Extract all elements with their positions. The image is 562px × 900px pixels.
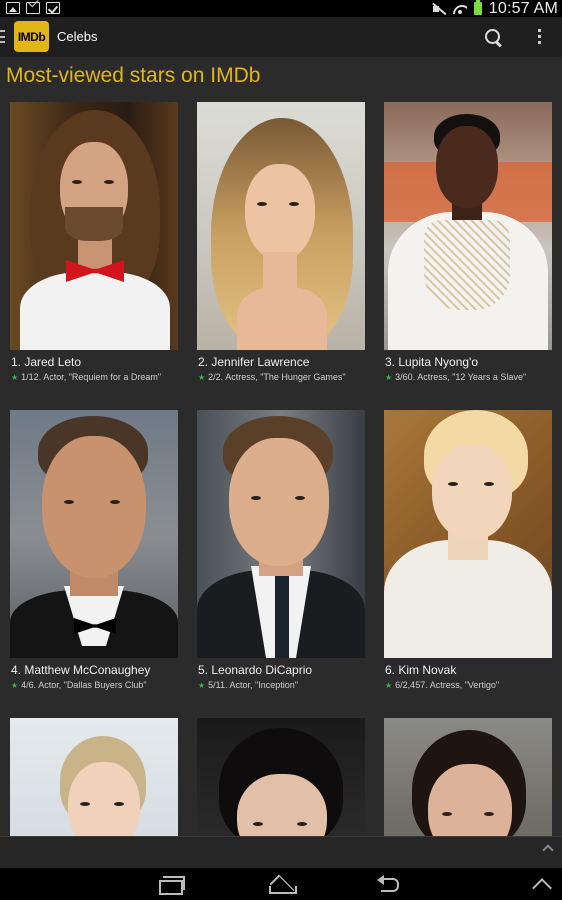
star-photo[interactable] [197,718,365,836]
star-icon: ★ [385,372,393,382]
overflow-menu-icon[interactable] [532,27,546,49]
star-detail-text: 3/60. Actress, "12 Years a Slave" [395,372,527,382]
star-detail-text: 6/2,457. Actress, "Vertigo" [395,680,500,690]
home-icon[interactable] [266,876,297,894]
star-icon: ★ [385,680,393,690]
star-photo[interactable] [10,718,178,836]
system-nav-bar [0,868,562,900]
mail-icon [26,2,40,14]
star-photo[interactable] [197,410,365,658]
recent-apps-icon[interactable] [159,876,185,895]
wifi-icon [453,3,467,15]
star-name[interactable]: 5. Leonardo DiCaprio [198,663,312,677]
star-photo[interactable] [384,718,552,836]
star-detail: ★ 2/2. Actress, "The Hunger Games" [198,372,346,382]
star-icon: ★ [11,372,19,382]
star-detail: ★ 5/11. Actor, "Inception" [198,680,298,690]
star-detail-text: 4/6. Actor, "Dallas Buyers Club" [21,680,147,690]
bottom-bar [0,836,562,868]
search-icon[interactable] [482,27,504,49]
star-detail-text: 5/11. Actor, "Inception" [208,680,298,690]
page-title: Celebs [57,29,98,44]
star-name[interactable]: 3. Lupita Nyong'o [385,355,478,369]
clipboard-check-icon [46,2,60,14]
star-photo[interactable] [384,102,552,350]
star-detail: ★ 4/6. Actor, "Dallas Buyers Club" [11,680,147,690]
star-icon: ★ [198,372,206,382]
star-detail: ★ 1/12. Actor, "Requiem for a Dream" [11,372,161,382]
menu-up-icon[interactable] [532,878,552,890]
drawer-indicator-icon[interactable] [0,30,5,43]
imdb-logo[interactable]: IMDb [14,21,49,52]
star-detail: ★ 3/60. Actress, "12 Years a Slave" [385,372,526,382]
star-photo[interactable] [10,410,178,658]
star-detail-text: 2/2. Actress, "The Hunger Games" [208,372,346,382]
star-icon: ★ [11,680,19,690]
status-time: 10:57 AM [488,0,558,17]
star-name[interactable]: 1. Jared Leto [11,355,81,369]
star-icon: ★ [198,680,206,690]
battery-icon [473,0,482,15]
star-detail: ★ 6/2,457. Actress, "Vertigo" [385,680,499,690]
star-name[interactable]: 2. Jennifer Lawrence [198,355,309,369]
star-detail-text: 1/12. Actor, "Requiem for a Dream" [21,372,162,382]
back-icon[interactable] [377,875,403,892]
star-photo[interactable] [384,410,552,658]
section-heading: Most-viewed stars on IMDb [6,64,261,87]
star-photo[interactable] [10,102,178,350]
star-name[interactable]: 4. Matthew McConaughey [11,663,150,677]
star-photo[interactable] [197,102,365,350]
mute-icon [432,3,446,15]
image-icon [6,2,20,14]
chevron-up-icon[interactable] [542,844,554,856]
action-bar: IMDb Celebs [0,17,562,57]
star-name[interactable]: 6. Kim Novak [385,663,456,677]
status-bar: 10:57 AM [0,0,562,17]
